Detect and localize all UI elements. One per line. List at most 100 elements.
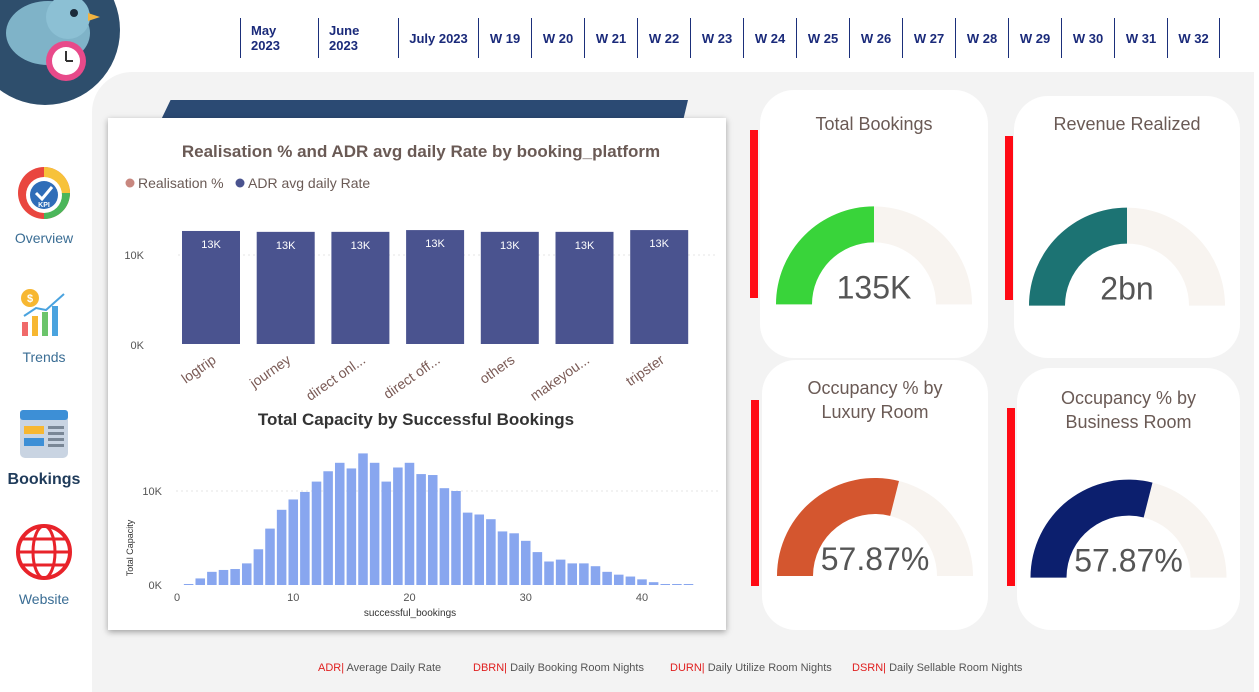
- gauge-value: 57.87%: [1074, 543, 1183, 579]
- chart2-bar-38[interactable]: [613, 574, 624, 585]
- chart2-bar-19[interactable]: [393, 467, 403, 586]
- chart2-bar-28[interactable]: [497, 531, 508, 585]
- chart1-data-label-5: 13K: [575, 240, 595, 252]
- nav-trends[interactable]: $ Trends: [0, 288, 88, 365]
- date-filter-w20[interactable]: W 20: [531, 18, 584, 58]
- kpi-icon: KPI: [18, 167, 70, 219]
- date-filter-w19[interactable]: W 19: [478, 18, 531, 58]
- trends-icon: $: [21, 289, 65, 336]
- chart2-bar-34[interactable]: [567, 563, 578, 585]
- nav-overview-label: Overview: [14, 230, 74, 246]
- gauge-occupancy-luxury: 57.87%: [777, 477, 973, 577]
- date-filter-w24[interactable]: W 24: [743, 18, 796, 58]
- kpi-occupancy-business: Occupancy % by Business Room 57.87%: [1017, 368, 1240, 630]
- chart2-bar-27[interactable]: [486, 519, 496, 585]
- date-filter-w26[interactable]: W 26: [849, 18, 902, 58]
- chart2-bar-3[interactable]: [207, 571, 217, 585]
- chart2-bar-23[interactable]: [439, 488, 450, 585]
- chart2-bar-7[interactable]: [253, 549, 264, 585]
- chart2-bar-33[interactable]: [555, 559, 566, 585]
- date-filter-w30[interactable]: W 30: [1061, 18, 1114, 58]
- legend-adr-marker: [235, 178, 245, 188]
- chart2-bar-14[interactable]: [334, 462, 345, 585]
- date-filter-w29[interactable]: W 29: [1008, 18, 1061, 58]
- legend-key: ADR|: [318, 662, 345, 674]
- date-filter-w21[interactable]: W 21: [584, 18, 637, 58]
- chart2-bar-1[interactable]: [183, 584, 194, 585]
- chart2-bar-43[interactable]: [672, 584, 682, 585]
- chart2-bar-35[interactable]: [579, 563, 589, 585]
- chart2-bar-2[interactable]: [195, 578, 206, 585]
- date-filter-w23[interactable]: W 23: [690, 18, 743, 58]
- kpi-occupancy-luxury: Occupancy % by Luxury Room 57.87%: [762, 360, 988, 630]
- kpi-total-bookings: Total Bookings 135K: [760, 90, 988, 358]
- chart1-data-label-4: 13K: [500, 240, 520, 252]
- chart1-data-label-3: 13K: [425, 238, 445, 250]
- chart2-bar-20[interactable]: [404, 462, 415, 585]
- chart2-bar-42[interactable]: [660, 584, 671, 585]
- nav-website[interactable]: Website: [0, 522, 88, 607]
- chart2-bar-4[interactable]: [218, 569, 229, 585]
- chart2-bar-32[interactable]: [544, 561, 554, 586]
- chart2-bar-17[interactable]: [369, 462, 380, 585]
- date-filter-w27[interactable]: W 27: [902, 18, 955, 58]
- legend-key: DURN|: [670, 662, 705, 674]
- nav-bookings[interactable]: Bookings: [0, 408, 88, 489]
- date-filter-w32[interactable]: W 32: [1167, 18, 1220, 58]
- chart2-bar-44[interactable]: [683, 584, 694, 585]
- chart2-bar-36[interactable]: [590, 566, 601, 585]
- chart2-bar-30[interactable]: [520, 540, 531, 585]
- chart2-bar-40[interactable]: [637, 579, 647, 585]
- chart2-bar-10[interactable]: [288, 499, 299, 585]
- chart2-bar-31[interactable]: [532, 552, 543, 585]
- chart2-xtick-20: 20: [403, 592, 415, 604]
- chart2-ylabel: Total Capacity: [125, 519, 135, 576]
- chart1-ytick-10k: 10K: [124, 250, 144, 262]
- chart2-title: Total Capacity by Successful Bookings: [258, 410, 574, 429]
- date-filter-july-2023[interactable]: July 2023: [398, 18, 478, 58]
- chart2-bar-37[interactable]: [602, 571, 612, 585]
- chart2-bar-11[interactable]: [300, 491, 310, 585]
- chart2-bar-29[interactable]: [509, 533, 519, 585]
- chart2-bar-15[interactable]: [346, 468, 357, 585]
- chart1-xtick-0: logtrip: [178, 351, 219, 386]
- chart1-xtick-6: tripster: [623, 351, 668, 389]
- chart2-bar-12[interactable]: [311, 481, 322, 585]
- chart2-bar-22[interactable]: [427, 475, 438, 585]
- kpi-accent-bar-4: [1007, 408, 1015, 586]
- chart2-xtick-10: 10: [287, 592, 299, 604]
- chart2-bar-39[interactable]: [625, 576, 636, 585]
- date-filter-w25[interactable]: W 25: [796, 18, 849, 58]
- chart2-bar-41[interactable]: [648, 582, 659, 585]
- chart2-bar-16[interactable]: [358, 453, 368, 585]
- charts-svg: Realisation % and ADR avg daily Rate by …: [124, 142, 718, 619]
- chart2-bar-8[interactable]: [265, 528, 275, 585]
- gauge-value: 135K: [837, 269, 912, 305]
- date-filter-bar: May 2023 June 2023 July 2023 W 19 W 20 W…: [240, 18, 1220, 58]
- kpi-revenue-realized: Revenue Realized 2bn: [1014, 96, 1240, 358]
- chart2-bar-18[interactable]: [381, 481, 392, 585]
- chart1-ytick-0k: 0K: [131, 340, 145, 352]
- gauge-value: 2bn: [1100, 271, 1153, 307]
- chart2-bar-24[interactable]: [451, 491, 461, 585]
- chart2-bar-21[interactable]: [416, 474, 426, 585]
- date-filter-may-2023[interactable]: May 2023: [240, 18, 318, 58]
- gauge-occupancy-business: 57.87%: [1030, 479, 1227, 579]
- chart2-bar-13[interactable]: [323, 471, 333, 585]
- chart2-bar-9[interactable]: [276, 509, 287, 585]
- nav-overview[interactable]: KPI Overview: [0, 165, 88, 246]
- date-filter-w22[interactable]: W 22: [637, 18, 690, 58]
- chart2-bar-26[interactable]: [474, 514, 485, 586]
- legend-realisation-marker: [125, 178, 135, 188]
- legend-adr: ADR| Average Daily Rate: [318, 662, 441, 674]
- chart2-xtick-40: 40: [636, 592, 648, 604]
- chart2-bar-25[interactable]: [462, 512, 473, 585]
- date-filter-june-2023[interactable]: June 2023: [318, 18, 398, 58]
- legend-adr-label: ADR avg daily Rate: [248, 175, 370, 191]
- globe-icon: [16, 524, 72, 580]
- chart2-bar-6[interactable]: [241, 563, 252, 585]
- chart2-bar-5[interactable]: [230, 569, 240, 585]
- date-filter-w31[interactable]: W 31: [1114, 18, 1167, 58]
- date-filter-w28[interactable]: W 28: [955, 18, 1008, 58]
- gauge-total-bookings: 135K: [776, 206, 972, 305]
